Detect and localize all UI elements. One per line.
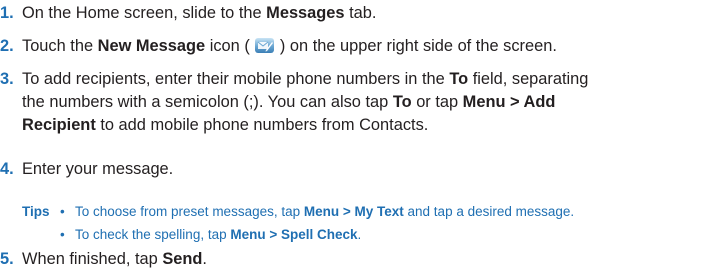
tip-text-plain: To choose from preset messages, tap	[75, 204, 304, 219]
tip-item-1: • To choose from preset messages, tap Men…	[60, 202, 574, 222]
step-number: 4.	[0, 160, 14, 178]
step-number: 5.	[0, 250, 14, 268]
step-text-plain: Touch the	[22, 37, 98, 55]
step-text-bold: Recipient	[22, 116, 96, 134]
step-number: 2.	[0, 37, 14, 55]
step-text-plain: the numbers with a semicolon (;). You ca…	[22, 93, 393, 111]
tip-text-bold: Menu > Spell Check	[230, 227, 358, 242]
tip-item-2: • To check the spelling, tap Menu > Spell…	[60, 225, 361, 245]
bullet: •	[60, 204, 65, 219]
tip-text-plain: To check the spelling, tap	[75, 227, 231, 242]
step-text-line-1: To add recipients, enter their mobile ph…	[22, 68, 588, 90]
step-text-bold: Send	[162, 250, 203, 268]
step-text-plain: tab.	[344, 4, 377, 22]
step-text-plain: When finished, tap	[22, 250, 163, 268]
tip-text-plain: .	[357, 227, 362, 242]
step-text-plain: ) on the upper right side of the screen.	[275, 37, 557, 55]
step-text: Enter your message.	[22, 160, 174, 178]
tips-label: Tips	[22, 204, 50, 219]
step-number: 1.	[0, 4, 14, 22]
step-text-line-2: the numbers with a semicolon (;). You ca…	[22, 91, 555, 113]
step-text-bold: Menu > Add	[462, 93, 556, 111]
step-text: When finished, tap Send.	[22, 248, 207, 270]
step-text-plain: to add mobile phone numbers from Contact…	[95, 116, 429, 134]
bullet: •	[60, 227, 65, 242]
step-text-plain: or tap	[411, 93, 463, 111]
step-text-plain: icon (	[205, 37, 255, 55]
step-text-bold: To	[449, 70, 469, 88]
step-text-plain: field, separating	[468, 70, 589, 88]
step-text-plain: To add recipients, enter their mobile ph…	[22, 70, 450, 88]
tip-text-plain: and tap a desired message.	[403, 204, 575, 219]
tip-text-bold: Menu > My Text	[303, 204, 404, 219]
step-text-plain: On the Home screen, slide to the	[22, 4, 267, 22]
step-text-line-3: Recipient to add mobile phone numbers fr…	[22, 114, 428, 136]
step-text-bold: New Message	[97, 37, 206, 55]
step-text-bold: Messages	[266, 4, 345, 22]
step-text-bold: To	[392, 93, 412, 111]
step-text: On the Home screen, slide to the Message…	[22, 2, 376, 24]
new-message-icon	[255, 38, 275, 53]
step-number: 3.	[0, 70, 14, 88]
step-text: Touch the New Message icon ( ) on the up…	[22, 35, 557, 57]
step-text-plain: .	[202, 250, 207, 268]
